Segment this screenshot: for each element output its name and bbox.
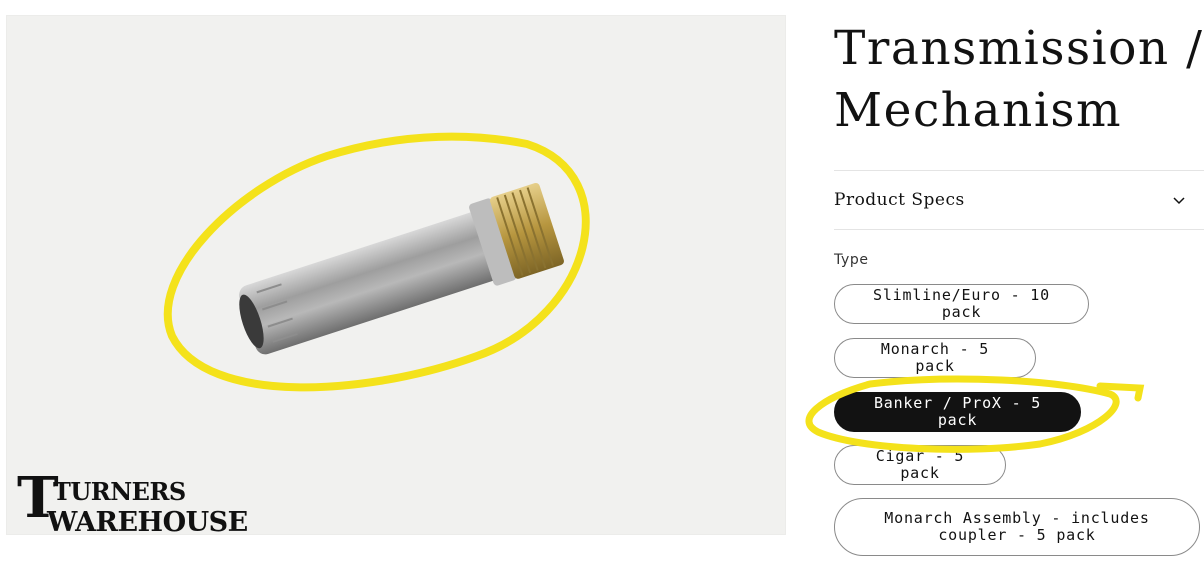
- turners-warehouse-logo: T TURNERS WAREHOUSE: [13, 468, 253, 535]
- type-label: Type: [834, 252, 869, 268]
- product-info: Transmission / Mechanism Product Specs T…: [834, 0, 1204, 561]
- product-image[interactable]: T TURNERS WAREHOUSE: [6, 15, 786, 535]
- logo-line1: TURNERS: [53, 477, 186, 506]
- option-monarch-assembly[interactable]: Monarch Assembly - includes coupler - 5 …: [834, 498, 1200, 556]
- chevron-down-icon: [1173, 197, 1185, 205]
- product-photo: [163, 132, 590, 392]
- highlight-scribble: [805, 375, 1145, 453]
- logo-line2: WAREHOUSE: [47, 507, 248, 535]
- option-slimline-euro[interactable]: Slimline/Euro - 10 pack: [834, 284, 1089, 324]
- product-specs-label: Product Specs: [834, 190, 965, 210]
- product-specs-toggle[interactable]: Product Specs: [834, 170, 1204, 230]
- product-title: Transmission / Mechanism: [834, 21, 1204, 138]
